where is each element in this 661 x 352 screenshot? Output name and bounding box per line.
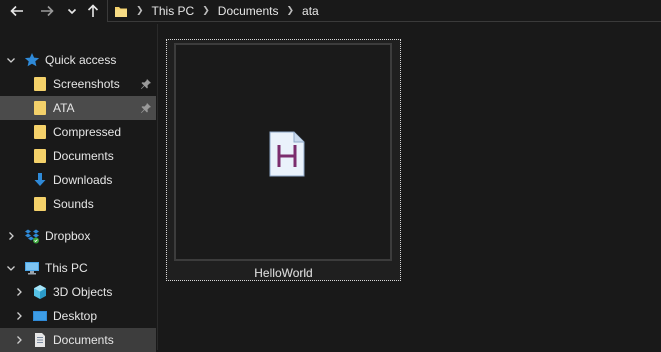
dropbox-icon — [24, 228, 40, 244]
sidebar-item-label: Documents — [53, 333, 114, 347]
desktop-icon — [32, 308, 48, 324]
sidebar-item-label: Quick access — [45, 53, 117, 67]
document-icon — [32, 332, 48, 348]
sidebar-item-label: Dropbox — [45, 229, 91, 243]
address-bar-row: ❯ This PC ❯ Documents ❯ ata — [0, 0, 661, 24]
back-button[interactable] — [6, 0, 28, 22]
sidebar-item-label: Sounds — [53, 197, 94, 211]
sidebar-item-label: Compressed — [53, 125, 122, 139]
recent-locations-button[interactable] — [64, 0, 80, 22]
sidebar-item-label: This PC — [45, 261, 88, 275]
sidebar-item-label: Desktop — [53, 309, 98, 323]
sidebar-item-screenshots[interactable]: Screenshots — [0, 72, 156, 96]
chevron-right-icon: ❯ — [202, 5, 210, 15]
file-thumbnail — [174, 43, 392, 261]
arrow-right-icon — [41, 5, 54, 17]
folder-icon — [32, 76, 48, 92]
breadcrumb[interactable]: ❯ This PC ❯ Documents ❯ ata — [107, 0, 661, 22]
computer-icon — [24, 260, 40, 276]
breadcrumb-item-documents[interactable]: Documents — [212, 4, 285, 18]
arrow-left-icon — [10, 5, 23, 17]
sidebar-item-3d-objects[interactable]: 3D Objects — [0, 280, 156, 304]
sidebar-item-label: Documents — [53, 149, 114, 163]
chevron-down-icon — [67, 8, 77, 15]
sidebar-item-label: ATA — [53, 101, 75, 115]
folder-icon — [32, 100, 48, 116]
folder-icon — [32, 124, 48, 140]
chevron-right-icon[interactable] — [14, 287, 24, 297]
sidebar-item-quick-access[interactable]: Quick access — [0, 48, 156, 72]
chevron-right-icon[interactable] — [14, 335, 24, 345]
pin-icon[interactable] — [140, 78, 152, 90]
file-list-view[interactable]: HelloWorld — [158, 24, 661, 350]
sidebar-item-label: 3D Objects — [53, 285, 113, 299]
breadcrumb-item-ata[interactable]: ata — [296, 4, 325, 18]
chevron-right-icon[interactable] — [6, 231, 16, 241]
download-icon — [32, 172, 48, 188]
chevron-right-icon: ❯ — [136, 5, 144, 15]
folder-icon — [32, 196, 48, 212]
breadcrumb-item-this-pc[interactable]: This PC — [146, 4, 201, 18]
file-name-label: HelloWorld — [254, 266, 313, 280]
sidebar-item-sounds[interactable]: Sounds — [0, 192, 156, 216]
sidebar-item-ata[interactable]: ATA — [0, 96, 156, 120]
sidebar-item-this-pc-documents[interactable]: Documents — [0, 328, 156, 352]
sidebar-item-downloads[interactable]: Downloads — [0, 168, 156, 192]
star-icon — [24, 52, 40, 68]
file-tile[interactable]: HelloWorld — [166, 39, 401, 281]
pin-icon[interactable] — [140, 102, 152, 114]
folder-icon — [114, 5, 128, 17]
chevron-right-icon[interactable] — [14, 311, 24, 321]
sidebar-item-dropbox[interactable]: Dropbox — [0, 224, 156, 248]
cube-icon — [32, 284, 48, 300]
chevron-down-icon[interactable] — [6, 263, 16, 273]
sidebar-item-label: Screenshots — [53, 77, 120, 91]
sidebar-item-label: Downloads — [53, 173, 113, 187]
navigation-pane: Quick access Screenshots ATA Compressed … — [0, 34, 157, 352]
forward-button[interactable] — [36, 0, 58, 22]
chevron-down-icon[interactable] — [6, 55, 16, 65]
sidebar-item-documents[interactable]: Documents — [0, 144, 156, 168]
up-button[interactable] — [84, 0, 102, 22]
sidebar-item-desktop[interactable]: Desktop — [0, 304, 156, 328]
sidebar-item-compressed[interactable]: Compressed — [0, 120, 156, 144]
folder-icon — [32, 148, 48, 164]
text-file-icon — [268, 131, 306, 177]
sidebar-item-this-pc[interactable]: This PC — [0, 256, 156, 280]
chevron-right-icon: ❯ — [286, 5, 295, 15]
arrow-up-icon — [87, 4, 99, 17]
